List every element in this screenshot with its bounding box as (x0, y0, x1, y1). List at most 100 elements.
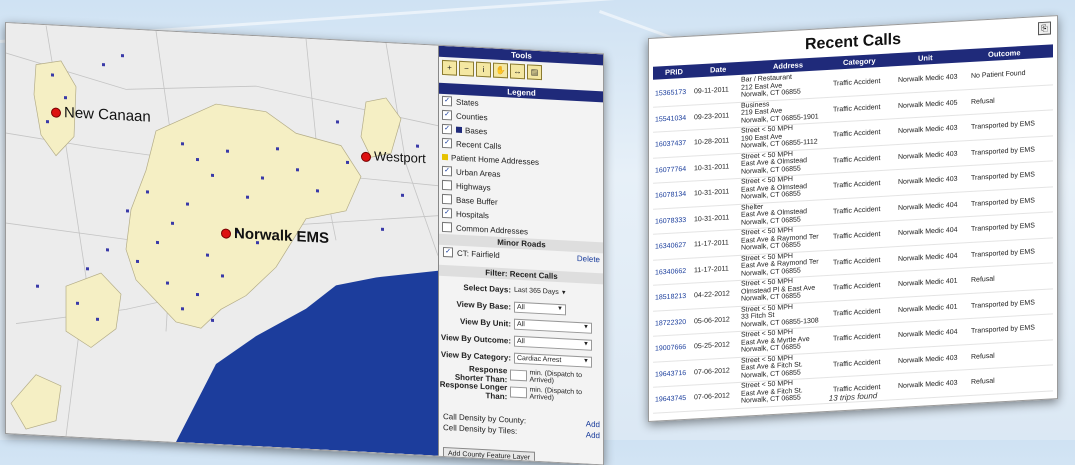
prid-link[interactable]: 16340662 (655, 267, 686, 276)
date-cell: 09-23-2011 (694, 111, 730, 121)
checkbox[interactable]: ✓ (442, 137, 452, 149)
address-cell: Street < 50 MPH East Ave & Olmstead Norw… (741, 175, 808, 201)
add-link[interactable]: Add (586, 430, 600, 440)
checkbox[interactable] (442, 179, 452, 191)
column-header[interactable]: PRID (665, 67, 683, 77)
prid-link[interactable]: 18722320 (655, 318, 686, 327)
checkbox[interactable]: ✓ (442, 207, 452, 219)
identify-icon[interactable]: i (476, 61, 491, 78)
chevron-down-icon: ▼ (557, 305, 563, 313)
outcome-cell: No Patient Found (971, 69, 1026, 80)
select-days-dropdown[interactable]: Last 365 Days (514, 287, 559, 296)
date-cell: 09-11-2011 (694, 86, 729, 96)
longer-than-input[interactable] (510, 386, 528, 399)
legend-label: States (456, 97, 479, 108)
filter-label: View By Outcome: (440, 332, 511, 346)
address-cell: Street < 50 MPH East Ave & Raymond Ter N… (741, 252, 819, 278)
category-cell: Traffic Accident (833, 282, 881, 292)
checkbox[interactable]: ✓ (442, 95, 452, 107)
chevron-down-icon: ▼ (583, 341, 589, 348)
prid-link[interactable]: 15365173 (655, 89, 686, 98)
category-cell: Traffic Accident (833, 154, 881, 165)
recent-calls-window: Recent Calls ⎘ PRID Date Address Categor… (648, 15, 1058, 422)
outcome-cell: Transported by EMS (971, 324, 1035, 335)
base-select[interactable]: All ▼ (514, 301, 566, 316)
legend-label: Urban Areas (456, 167, 501, 179)
column-header[interactable]: Unit (918, 53, 933, 63)
chevron-down-icon: ▼ (583, 324, 589, 331)
legend-label: Recent Calls (456, 139, 502, 151)
unit-cell: Norwalk Medic 404 (898, 201, 958, 212)
date-cell: 11-17-2011 (694, 239, 729, 249)
date-cell: 07-06-2012 (694, 366, 730, 376)
checkbox[interactable] (442, 193, 452, 205)
unit-cell: Norwalk Medic 401 (898, 277, 958, 289)
date-cell: 10-31-2011 (694, 162, 730, 172)
unit-cell: Norwalk Medic 405 (898, 99, 958, 110)
address-cell: Street < 50 MPH East Ave & Olmstead Norw… (741, 150, 808, 176)
address-cell: Street < 50 MPH 190 East Ave Norwalk, CT… (741, 124, 818, 150)
prid-link[interactable]: 19007666 (655, 344, 686, 353)
measure-icon[interactable]: ↔ (510, 63, 525, 80)
unit-cell: Norwalk Medic 403 (898, 175, 958, 187)
address-cell: Street < 50 MPH Olmstead Pl & East Ave N… (741, 277, 816, 303)
prid-link[interactable]: 16037437 (655, 140, 686, 149)
zoom-out-icon[interactable]: − (459, 60, 474, 77)
select-value: All (517, 337, 525, 346)
legend-label: Common Addresses (456, 223, 529, 236)
outcome-cell: Refusal (971, 352, 995, 361)
table-body: 15365173 09-11-2011 Bar / Restaurant 212 E… (653, 59, 1053, 414)
column-header[interactable]: Category (843, 56, 876, 67)
category-cell: Traffic Accident (833, 231, 881, 241)
category-cell: Traffic Accident (833, 256, 881, 267)
checkbox[interactable]: ✓ (442, 109, 452, 121)
category-cell: Traffic Accident (833, 180, 881, 190)
unit-select[interactable]: All ▼ (514, 318, 592, 334)
prid-link[interactable]: 16078333 (655, 216, 686, 225)
checkbox[interactable]: ✓ (442, 123, 452, 135)
export-icon[interactable]: ⎘ (1038, 21, 1051, 36)
address-cell: Street < 50 MPH East Ave & Fitch St. Nor… (741, 354, 803, 380)
outcome-select[interactable]: All ▼ (514, 335, 592, 351)
column-header[interactable]: Date (710, 65, 726, 75)
prid-link[interactable]: 16078134 (655, 191, 686, 200)
outcome-cell: Transported by EMS (971, 120, 1035, 131)
prid-link[interactable]: 16077764 (655, 165, 686, 174)
shorter-than-input[interactable] (510, 369, 528, 382)
map-canvas[interactable]: New Canaan Westport Norwalk EMS (6, 23, 438, 456)
column-header[interactable]: Address (773, 60, 803, 71)
unit-cell: Norwalk Medic 403 (898, 150, 958, 161)
prid-link[interactable]: 19643716 (655, 369, 686, 378)
category-select[interactable]: Cardiac Arrest ▼ (514, 352, 592, 368)
filter-suffix: min. (Dispatch to Arrived) (529, 385, 582, 402)
legend-label: Bases (465, 125, 488, 136)
column-header[interactable]: Outcome (988, 48, 1021, 59)
location-marker-icon (51, 107, 61, 118)
checkbox[interactable] (442, 221, 452, 233)
legend-label: Highways (456, 181, 491, 192)
prid-link[interactable]: 15541034 (655, 114, 686, 123)
date-cell: 11-17-2011 (694, 264, 729, 274)
add-county-layer-button[interactable]: Add County Feature Layer (443, 446, 536, 465)
date-cell: 10-28-2011 (694, 137, 730, 147)
prid-link[interactable]: 18518213 (655, 293, 686, 302)
add-link[interactable]: Add (586, 419, 600, 429)
select-value: All (517, 320, 525, 329)
address-cell: Street < 50 MPH East Ave & Myrtle Ave No… (741, 328, 810, 354)
checkbox[interactable]: ✓ (443, 246, 453, 258)
date-cell: 05-25-2012 (694, 341, 730, 351)
zoom-in-icon[interactable]: + (442, 59, 457, 76)
checkbox[interactable]: ✓ (442, 165, 452, 177)
unit-cell: Norwalk Medic 404 (898, 328, 958, 340)
delete-link[interactable]: Delete (577, 254, 600, 265)
pan-icon[interactable]: ✋ (493, 62, 508, 79)
bases-swatch-icon (456, 126, 462, 133)
unit-cell: Norwalk Medic 403 (898, 354, 958, 365)
unit-cell: Norwalk Medic 404 (898, 252, 958, 263)
category-cell: Traffic Accident (833, 129, 881, 139)
outcome-cell: Transported by EMS (971, 196, 1035, 208)
filter-label: View By Base: (456, 299, 511, 312)
unit-cell: Norwalk Medic 403 (898, 73, 958, 85)
prid-link[interactable]: 16340627 (655, 242, 686, 251)
print-icon[interactable]: ▤ (527, 64, 542, 81)
